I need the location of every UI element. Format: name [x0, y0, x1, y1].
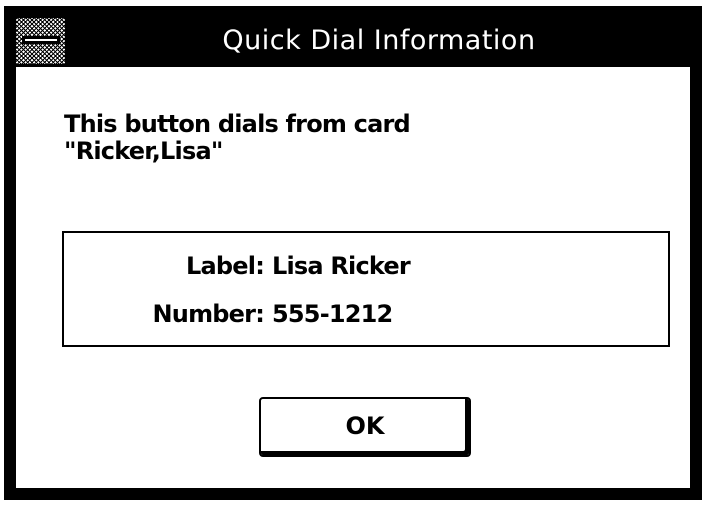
label-caption: Label: [186, 252, 265, 280]
dialog-body: This button dials from card "Ricker,Lisa… [16, 67, 690, 488]
number-caption: Number: [152, 300, 265, 328]
message-line-1: This button dials from card [64, 110, 411, 138]
dialog-message: This button dials from card "Ricker,Lisa… [64, 110, 411, 165]
system-menu-icon[interactable] [16, 18, 68, 64]
system-menu-bar-glyph [22, 36, 60, 44]
label-value: Lisa Ricker [272, 252, 411, 280]
number-value: 555-1212 [272, 300, 393, 328]
info-box: Label: Lisa Ricker Number: 555-1212 [62, 231, 670, 347]
number-row: Number: 555-1212 [64, 299, 394, 329]
quick-dial-dialog: Quick Dial Information This button dials… [4, 6, 702, 500]
message-line-2: "Ricker,Lisa" [64, 137, 223, 165]
title-bar[interactable]: Quick Dial Information [16, 18, 690, 64]
window-title: Quick Dial Information [222, 25, 536, 56]
ok-button[interactable]: OK [259, 397, 471, 457]
label-row: Label: Lisa Ricker [64, 251, 411, 281]
